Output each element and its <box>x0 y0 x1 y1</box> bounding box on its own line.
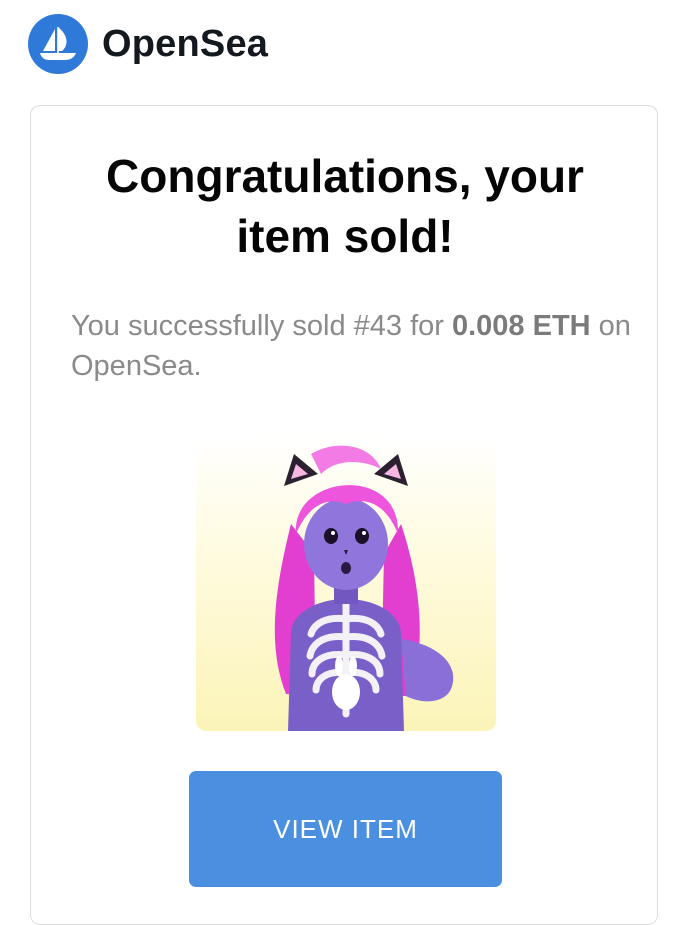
nft-character-illustration <box>274 445 454 731</box>
headline-line-1: Congratulations, your <box>106 150 584 202</box>
opensea-logo[interactable] <box>28 14 88 74</box>
sale-notification-card: Congratulations, your item sold! You suc… <box>30 105 658 925</box>
sale-currency: ETH <box>532 310 591 342</box>
item-image[interactable] <box>196 434 496 731</box>
view-item-button[interactable]: VIEW ITEM <box>189 771 502 887</box>
brand-name: OpenSea <box>102 22 269 65</box>
sale-amount: 0.008 <box>451 310 525 342</box>
opensea-boat-icon <box>40 27 76 60</box>
message-prefix: You successfully sold #43 for <box>71 310 452 342</box>
email-header: OpenSea <box>28 14 268 74</box>
page-title: Congratulations, your item sold! <box>31 146 659 266</box>
sale-message: You successfully sold #43 for 0.008 ETH … <box>71 306 631 386</box>
headline-line-2: item sold! <box>236 210 454 262</box>
